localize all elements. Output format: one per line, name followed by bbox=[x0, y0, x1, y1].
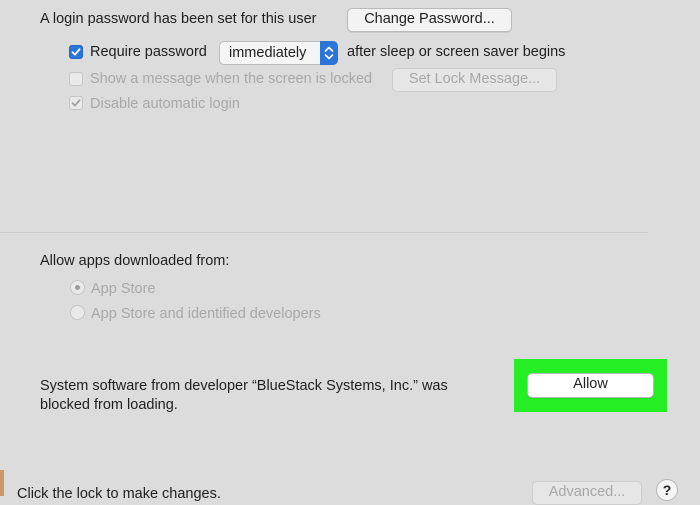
disable-auto-login-checkbox[interactable] bbox=[69, 96, 83, 110]
help-button[interactable]: ? bbox=[656, 479, 678, 501]
radio-app-store-identified[interactable] bbox=[70, 305, 85, 320]
advanced-button[interactable]: Advanced... bbox=[532, 481, 642, 505]
section-divider bbox=[0, 232, 648, 233]
select-stepper[interactable] bbox=[320, 41, 338, 65]
require-password-checkbox[interactable] bbox=[69, 45, 83, 59]
set-lock-message-button[interactable]: Set Lock Message... bbox=[392, 68, 557, 92]
allow-button[interactable]: Allow bbox=[527, 373, 654, 398]
blocked-message-line2: blocked from loading. bbox=[40, 397, 178, 413]
radio-app-store-label: App Store bbox=[91, 281, 156, 297]
checkmark-icon bbox=[71, 99, 81, 107]
lock-instructions: Click the lock to make changes. bbox=[17, 486, 221, 502]
lock-icon[interactable] bbox=[0, 470, 4, 496]
radio-selected-dot bbox=[75, 285, 80, 290]
require-password-delay-select[interactable]: immediately bbox=[219, 41, 338, 65]
lock-message-checkbox[interactable] bbox=[69, 72, 83, 86]
lock-message-label: Show a message when the screen is locked bbox=[90, 71, 373, 87]
radio-app-store[interactable] bbox=[70, 280, 85, 295]
require-password-label: Require password bbox=[90, 44, 207, 60]
change-password-button[interactable]: Change Password... bbox=[347, 8, 512, 32]
blocked-message-line1: System software from developer “BlueStac… bbox=[40, 378, 448, 394]
checkmark-icon bbox=[71, 48, 81, 56]
disable-auto-login-label: Disable automatic login bbox=[90, 96, 240, 112]
require-password-suffix: after sleep or screen saver begins bbox=[347, 44, 566, 60]
select-value: immediately bbox=[229, 45, 307, 61]
chevron-updown-icon bbox=[324, 46, 334, 60]
password-status-text: A login password has been set for this u… bbox=[40, 11, 317, 27]
downloads-heading: Allow apps downloaded from: bbox=[40, 253, 230, 269]
radio-app-store-identified-label: App Store and identified developers bbox=[91, 306, 321, 322]
